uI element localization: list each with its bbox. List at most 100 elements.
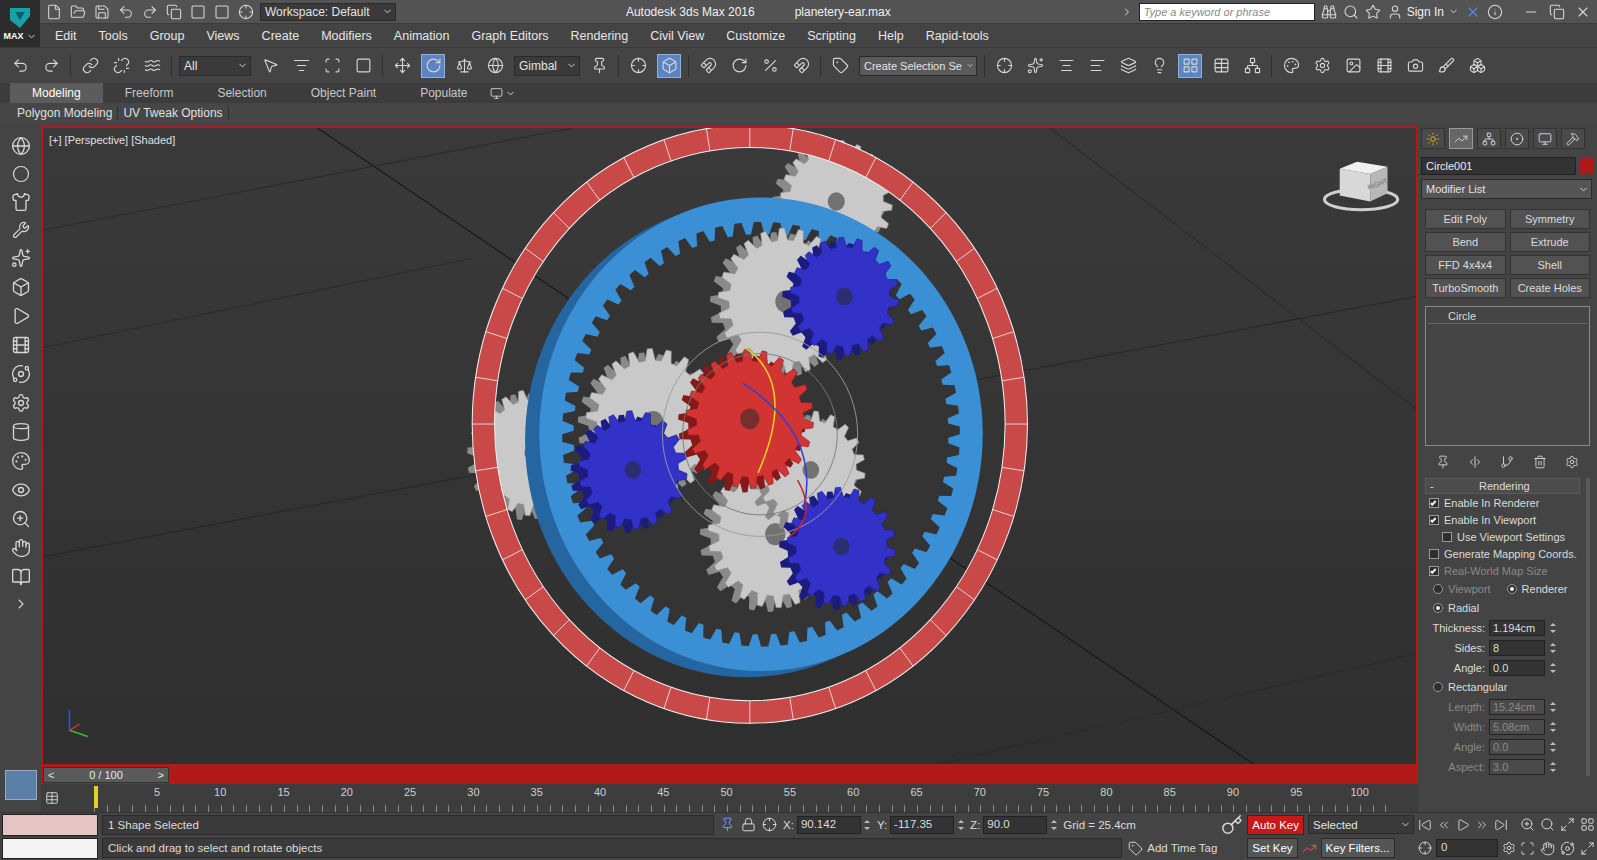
modifier-button[interactable]: Edit Poly	[1425, 209, 1506, 229]
radio-option[interactable]: Rectangular	[1433, 681, 1507, 693]
orbit-view-icon[interactable]	[1560, 841, 1575, 856]
spinner-arrows[interactable]	[1549, 661, 1556, 675]
sign-in-dropdown-icon[interactable]	[1448, 6, 1459, 17]
select-and-scale-button[interactable]	[452, 54, 476, 78]
save-icon[interactable]	[94, 4, 110, 20]
isolate-icon[interactable]	[11, 277, 31, 297]
redo-icon[interactable]	[43, 57, 60, 74]
material-icon[interactable]	[11, 451, 31, 471]
view-cube-label[interactable]: RIGHT	[1367, 177, 1389, 191]
workspace-dropdown-icon[interactable]	[382, 6, 393, 17]
modifier-stack[interactable]: Circle	[1425, 306, 1590, 446]
object-color-swatch[interactable]	[1580, 158, 1594, 174]
ring-gear[interactable]	[525, 197, 983, 677]
view-cube[interactable]: RIGHT	[1324, 162, 1397, 210]
material-editor-icon[interactable]	[1283, 57, 1300, 74]
render-setup-button[interactable]	[1310, 54, 1334, 78]
menu-item[interactable]: Graph Editors	[460, 29, 559, 43]
perspective-viewport[interactable]: RIGHT [+] [Perspective] [Shaded]	[41, 126, 1418, 766]
bind-to-space-warp-button[interactable]	[140, 54, 164, 78]
go-to-start-icon[interactable]	[1418, 818, 1432, 832]
sphere-icon[interactable]	[12, 165, 30, 183]
workspace-dropdown[interactable]: Workspace: Default	[260, 3, 396, 21]
checkbox[interactable]	[1429, 515, 1439, 525]
ribbon-display-icon[interactable]	[490, 87, 503, 100]
default-tangents-icon[interactable]	[1302, 841, 1317, 856]
go-to-end-icon[interactable]	[1494, 818, 1508, 832]
command-panel-tab[interactable]	[1449, 128, 1473, 149]
redo-button[interactable]	[39, 54, 63, 78]
selection-region-icon[interactable]	[324, 57, 341, 74]
ribbon-options-dropdown-icon[interactable]	[505, 88, 516, 99]
checkbox-row[interactable]: Use Viewport Settings	[1425, 529, 1580, 545]
coordinate-field[interactable]: X:90.142	[783, 816, 871, 834]
render-production-icon[interactable]	[1376, 57, 1393, 74]
render-camera-button[interactable]	[1403, 54, 1427, 78]
window-crossing-icon[interactable]	[355, 57, 372, 74]
configure-modifier-sets-icon[interactable]	[1565, 455, 1579, 469]
pivot-center-icon[interactable]	[591, 57, 608, 74]
outer-ring[interactable]	[472, 128, 1027, 723]
render-production-button[interactable]	[1372, 54, 1396, 78]
show-end-result-icon[interactable]	[1468, 455, 1482, 469]
select-and-rotate-icon[interactable]	[425, 57, 442, 74]
project-folder-icon[interactable]	[190, 4, 206, 20]
search-field[interactable]: Type a keyword or phrase	[1139, 3, 1315, 21]
open-mini-curve-editor-icon[interactable]	[45, 791, 59, 805]
key-mode-dropdown[interactable]: Selected	[1308, 815, 1414, 834]
material-editor-button[interactable]	[1279, 54, 1303, 78]
modifier-button[interactable]: FFD 4x4x4	[1425, 255, 1506, 275]
unlink-selection-button[interactable]	[109, 54, 133, 78]
select-manipulate-icon[interactable]	[630, 57, 647, 74]
logo-dropdown-icon[interactable]	[26, 31, 37, 42]
zoom-icon[interactable]	[11, 509, 31, 529]
ribbon-tab[interactable]: Object Paint	[289, 83, 398, 103]
menu-item[interactable]: Group	[139, 29, 196, 43]
display-icon[interactable]	[11, 480, 31, 500]
align-icon[interactable]	[1058, 57, 1075, 74]
ribbon-toggle-button[interactable]	[1178, 54, 1202, 78]
current-frame-field[interactable]: 0	[1436, 839, 1498, 857]
restore-icon[interactable]	[1549, 4, 1565, 20]
spinner-field[interactable]: 15.24cm	[1489, 699, 1545, 715]
quick-align-button[interactable]	[1085, 54, 1109, 78]
redo-icon[interactable]	[142, 4, 158, 20]
add-time-tag-button[interactable]: Add Time Tag	[1128, 841, 1217, 856]
scene-drawing[interactable]: RIGHT	[43, 128, 1416, 764]
key-filters-button[interactable]: Key Filters...	[1321, 838, 1395, 858]
utilities-icon[interactable]	[1566, 132, 1580, 146]
select-and-scale-icon[interactable]	[456, 57, 473, 74]
time-configuration-icon[interactable]	[1502, 841, 1516, 855]
close-icon[interactable]	[1575, 4, 1591, 20]
a360-render-button[interactable]	[1465, 54, 1489, 78]
undo-icon[interactable]	[118, 4, 134, 20]
layout-icon[interactable]	[214, 4, 230, 20]
render-iterative-icon[interactable]	[1438, 57, 1455, 74]
angle-snap-icon[interactable]	[731, 57, 748, 74]
viewport-label[interactable]: [+] [Perspective] [Shaded]	[49, 134, 175, 146]
binoculars-icon[interactable]	[1321, 4, 1337, 20]
populate-icon[interactable]	[11, 422, 31, 442]
undo-icon[interactable]	[12, 57, 29, 74]
hold-icon[interactable]	[166, 4, 182, 20]
menu-item[interactable]: Animation	[383, 29, 461, 43]
sun-gear[interactable]	[678, 350, 813, 493]
ribbon-tab[interactable]: Modeling	[10, 83, 103, 103]
zoom-extents-icon[interactable]	[1560, 817, 1575, 832]
menu-item[interactable]: Tools	[88, 29, 139, 43]
keyboard-shortcut-override-button[interactable]	[657, 54, 681, 78]
remove-modifier-icon[interactable]	[1533, 455, 1547, 469]
maxscript-listener[interactable]	[2, 814, 98, 859]
rotate-gizmo[interactable]	[662, 332, 857, 536]
help-icon[interactable]	[1487, 4, 1503, 20]
ribbon-tab[interactable]: Freeform	[103, 83, 196, 103]
selection-filter-dropdown[interactable]: All	[179, 56, 251, 76]
edit-named-selection-icon[interactable]	[832, 57, 849, 74]
mirror-button[interactable]	[992, 54, 1016, 78]
pan-view-icon[interactable]	[1540, 841, 1555, 856]
command-panel-tab[interactable]	[1505, 128, 1529, 149]
modifier-button[interactable]: Bend	[1425, 232, 1506, 252]
modifier-button[interactable]: Symmetry	[1510, 209, 1591, 229]
menu-item[interactable]: Create	[251, 29, 311, 43]
application-button[interactable]: MAX	[0, 0, 40, 47]
